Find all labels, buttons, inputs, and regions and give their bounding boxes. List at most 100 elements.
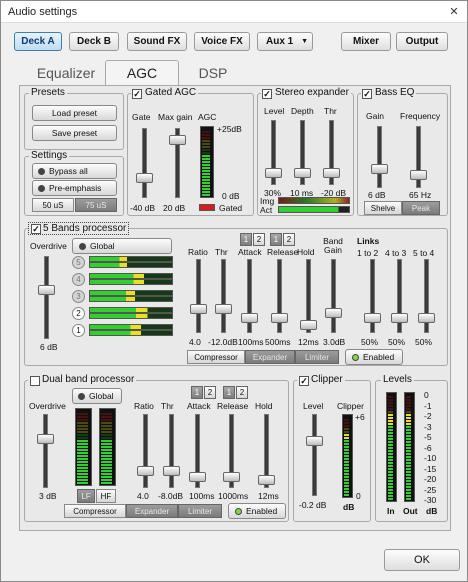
five-band-checkbox[interactable]: ✓ — [31, 224, 41, 234]
release-set-2[interactable]: 2 — [283, 233, 295, 246]
dual-release-set-2[interactable]: 2 — [236, 386, 248, 399]
level-tick-label: -15 — [424, 463, 437, 474]
bypass-all-button[interactable]: Bypass all — [32, 163, 117, 179]
frequency-slider[interactable] — [410, 169, 427, 180]
dual-attack-set-2[interactable]: 2 — [204, 386, 216, 399]
meter-segment — [406, 414, 411, 416]
link-4to3-slider[interactable] — [391, 313, 408, 324]
hf-option[interactable]: HF — [96, 489, 116, 503]
deck-a-button[interactable]: Deck A — [14, 32, 62, 51]
close-icon[interactable]: ✕ — [447, 5, 461, 19]
band-1-indicator[interactable]: 1 — [72, 324, 85, 337]
meter-segment — [406, 474, 411, 476]
band-2-indicator[interactable]: 2 — [72, 307, 85, 320]
limiter-option[interactable]: Limiter — [295, 350, 339, 364]
deck-b-button[interactable]: Deck B — [69, 32, 119, 51]
dual-release-slider[interactable] — [223, 471, 240, 482]
mixer-button[interactable]: Mixer — [341, 32, 391, 51]
link-1to2-slider[interactable] — [364, 313, 381, 324]
dual-enabled-button[interactable]: Enabled — [228, 503, 286, 519]
band-2-meter — [89, 313, 173, 319]
tab-agc[interactable]: AGC — [105, 60, 179, 86]
meter-segment — [388, 486, 393, 488]
thr-slider-track — [221, 259, 226, 333]
attack-slider[interactable] — [241, 313, 258, 324]
dual-compressor-option[interactable]: Compressor — [64, 504, 126, 518]
meter-segment — [344, 449, 349, 451]
dual-overdrive-slider[interactable] — [37, 434, 54, 445]
dual-expander-option[interactable]: Expander — [126, 504, 178, 518]
level-tick-label: -6 — [424, 442, 432, 453]
expander-option[interactable]: Expander — [245, 350, 295, 364]
dual-thr-slider[interactable] — [163, 466, 180, 477]
level-slider[interactable] — [265, 168, 282, 179]
75us-option[interactable]: 75 uS — [75, 198, 117, 212]
stereo-title: Stereo expander — [261, 87, 351, 98]
bass-checkbox[interactable]: ✓ — [362, 89, 372, 99]
gate-slider[interactable] — [136, 173, 153, 183]
dual-band-group: Dual band processor Overdrive Global 3 d… — [24, 374, 289, 522]
dual-limiter-option[interactable]: Limiter — [178, 504, 222, 518]
meter-segment — [344, 422, 349, 424]
meter-segment — [344, 494, 349, 496]
stereo-checkbox[interactable]: ✓ — [262, 89, 272, 99]
peak-option[interactable]: Peak — [402, 201, 440, 215]
voice-fx-button[interactable]: Voice FX — [194, 32, 250, 51]
meter-segment — [388, 498, 393, 500]
pre-emphasis-button[interactable]: Pre-emphasis — [32, 180, 117, 196]
dual-checkbox[interactable] — [30, 376, 40, 386]
output-button[interactable]: Output — [396, 32, 448, 51]
lf-option[interactable]: LF — [77, 489, 95, 503]
sound-fx-button[interactable]: Sound FX — [127, 32, 187, 51]
band-3-indicator[interactable]: 3 — [72, 290, 85, 303]
meter-segment — [406, 471, 411, 473]
depth-slider[interactable] — [294, 168, 311, 179]
save-preset-button[interactable]: Save preset — [32, 125, 117, 141]
release-set-1[interactable]: 1 — [270, 233, 282, 246]
thr-slider[interactable] — [323, 168, 340, 179]
attack-set-2[interactable]: 2 — [253, 233, 265, 246]
shelve-option[interactable]: Shelve — [364, 201, 402, 215]
band-5-indicator[interactable]: 5 — [72, 256, 85, 269]
ratio-slider[interactable] — [190, 303, 207, 314]
hold-slider[interactable] — [300, 319, 317, 330]
dual-hold-slider[interactable] — [258, 475, 275, 486]
global-button[interactable]: Global — [72, 238, 172, 254]
overdrive-slider[interactable] — [38, 285, 55, 296]
max-gain-slider[interactable] — [169, 135, 186, 146]
thr-slider[interactable] — [215, 303, 232, 314]
compressor-option[interactable]: Compressor — [187, 350, 245, 364]
thr-label: Thr — [324, 106, 337, 116]
aux-dropdown[interactable]: Aux 1 ▼ — [257, 32, 313, 51]
meter-segment — [406, 438, 411, 440]
clipper-checkbox[interactable]: ✓ — [299, 376, 309, 386]
dual-global-button[interactable]: Global — [72, 388, 122, 404]
dual-attack-slider[interactable] — [189, 471, 206, 482]
meter-segment — [344, 458, 349, 460]
band-gain-slider[interactable] — [325, 307, 342, 318]
50us-option[interactable]: 50 uS — [32, 198, 74, 212]
release-slider[interactable] — [271, 313, 288, 324]
meter-segment — [202, 149, 210, 151]
thr-value: -12.0dB — [208, 337, 238, 347]
meter-segment — [344, 479, 349, 481]
dual-ratio-slider[interactable] — [137, 466, 154, 477]
frequency-label: Frequency — [400, 111, 441, 121]
tab-equalizer[interactable]: Equalizer — [31, 61, 101, 85]
meter-segment — [101, 464, 112, 466]
five-band-enabled-button[interactable]: Enabled — [345, 349, 403, 365]
tab-dsp[interactable]: DSP — [183, 61, 243, 85]
meter-segment — [77, 431, 88, 433]
dual-attack-set-1[interactable]: 1 — [191, 386, 203, 399]
clipper-level-slider[interactable] — [306, 435, 323, 446]
link-5to4-slider[interactable] — [418, 313, 435, 324]
ok-button[interactable]: OK — [384, 549, 460, 571]
gain-slider[interactable] — [371, 164, 388, 175]
load-preset-button[interactable]: Load preset — [32, 105, 117, 121]
dual-release-set-1[interactable]: 1 — [223, 386, 235, 399]
attack-set-1[interactable]: 1 — [240, 233, 252, 246]
band-4-indicator[interactable]: 4 — [72, 273, 85, 286]
dual-hold-label: Hold — [255, 401, 273, 411]
gated-agc-checkbox[interactable]: ✓ — [132, 89, 142, 99]
meter-segment — [388, 462, 393, 464]
